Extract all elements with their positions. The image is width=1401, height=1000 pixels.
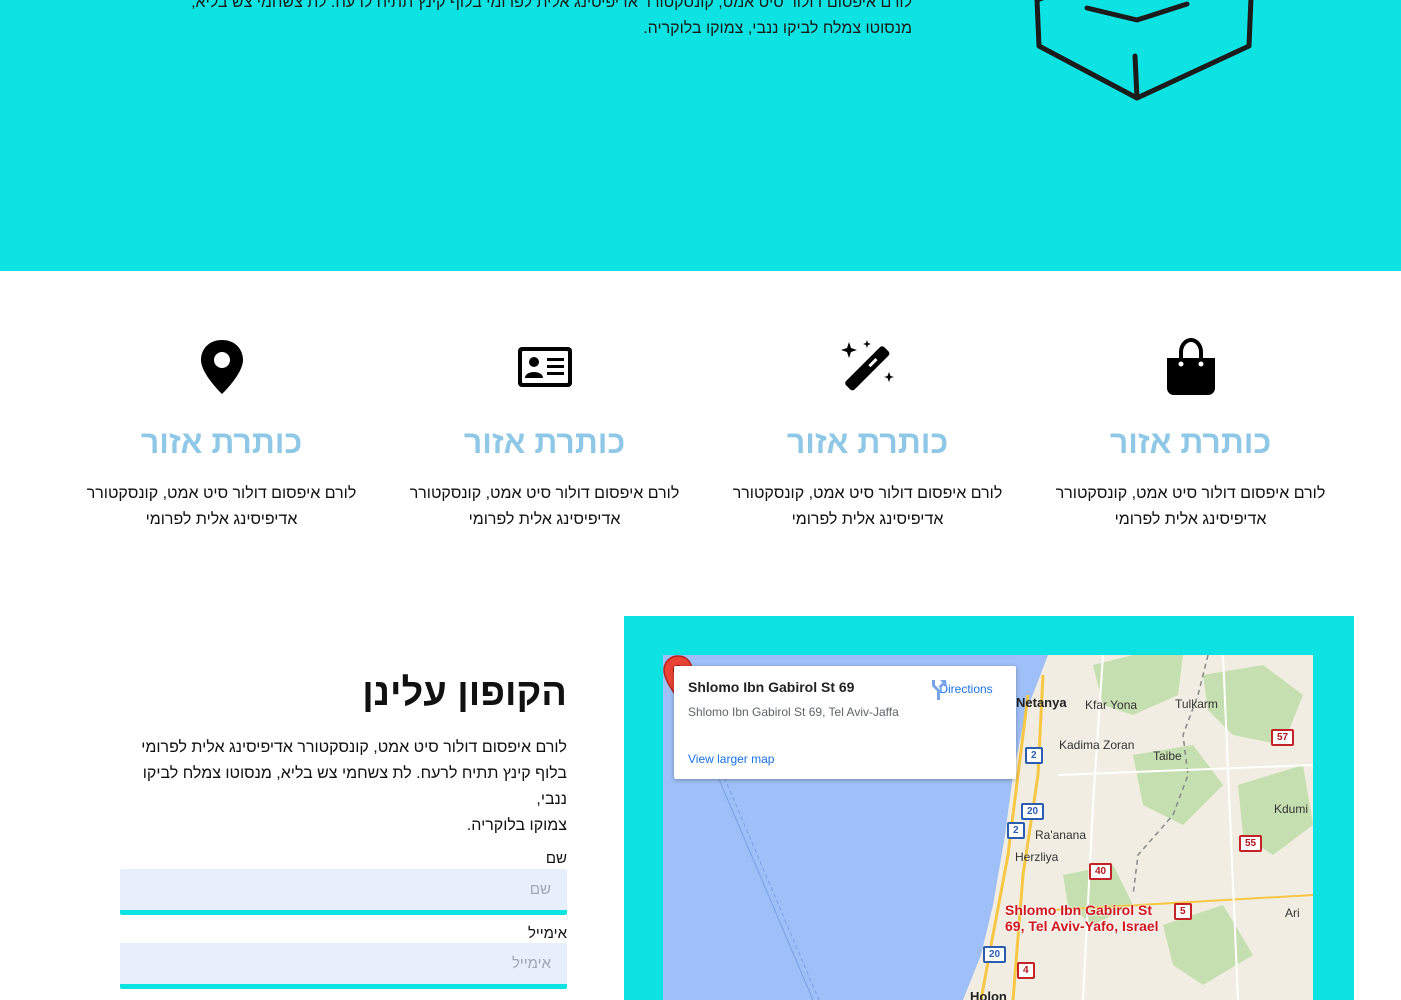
view-larger-map-link[interactable]: View larger map bbox=[688, 752, 774, 766]
map-card-address: Shlomo Ibn Gabirol St 69, Tel Aviv-Jaffa bbox=[688, 705, 899, 719]
map-place-label: Herzliya bbox=[1015, 850, 1059, 864]
map-place-label: Taibe bbox=[1153, 749, 1182, 763]
road-badge: 40 bbox=[1089, 863, 1113, 880]
magic-wand-icon bbox=[841, 340, 894, 391]
road-badge: 5 bbox=[1174, 903, 1192, 920]
pin-address-label: Shlomo Ibn Gabirol St 69, Tel Aviv-Yafo,… bbox=[1005, 902, 1159, 934]
hero-description-line: לורם איפסום דולור סיט אמט, קונסקטורר אדי… bbox=[191, 0, 912, 11]
name-field-label: שם bbox=[545, 850, 567, 867]
road-badge: 4 bbox=[1017, 962, 1035, 979]
map-place-label: Kdumi bbox=[1274, 802, 1309, 816]
map-place-label: Netanya bbox=[1016, 695, 1067, 710]
feature-description-line: אדיפיסינג אלית לפרומי bbox=[791, 511, 944, 528]
feature-description: לורם איפסום דולור סיט אמט, קונסקטורר אדי… bbox=[80, 481, 363, 533]
coupon-description-line: צמוקו בלוקריה. bbox=[466, 817, 567, 834]
feature-description-line: אדיפיסינג אלית לפרומי bbox=[1114, 511, 1267, 528]
feature-card: כותרת אזור לורם איפסום דולור סיט אמט, קו… bbox=[706, 330, 1029, 540]
map-place-label: Ra'anana bbox=[1035, 828, 1086, 842]
features-section: כותרת אזור לורם איפסום דולור סיט אמט, קו… bbox=[60, 330, 1350, 540]
email-field-label: אימייל bbox=[527, 925, 567, 942]
shopping-bag-icon bbox=[1167, 338, 1215, 395]
coupon-description-line: בלוף קינץ תתיח לרעח. לת צשחמי צש בליא, מ… bbox=[142, 765, 567, 808]
name-field[interactable] bbox=[120, 869, 567, 915]
feature-description-line: אדיפיסינג אלית לפרומי bbox=[145, 511, 298, 528]
embedded-map[interactable]: Netanya Kfar Yona Tulkarm Kadima Zoran T… bbox=[663, 655, 1313, 1000]
feature-description-line: לורם איפסום דולור סיט אמט, קונסקטורר bbox=[86, 485, 357, 502]
directions-icon bbox=[932, 680, 947, 700]
road-badge: 20 bbox=[983, 946, 1007, 963]
feature-description-line: לורם איפסום דולור סיט אמט, קונסקטורר bbox=[1055, 485, 1326, 502]
map-info-card: Shlomo Ibn Gabirol St 69 Shlomo Ibn Gabi… bbox=[674, 666, 1016, 779]
map-place-label: Holon bbox=[970, 989, 1007, 1000]
hero-section: לורם איפסום דולור סיט אמט, קונסקטורר אדי… bbox=[0, 0, 1401, 271]
feature-description-line: לורם איפסום דולור סיט אמט, קונסקטורר bbox=[409, 485, 680, 502]
feature-description: לורם איפסום דולור סיט אמט, קונסקטורר אדי… bbox=[1049, 481, 1332, 533]
map-pin-icon bbox=[201, 340, 243, 394]
feature-title: כותרת אזור bbox=[786, 424, 949, 460]
feature-title: כותרת אזור bbox=[1109, 424, 1272, 460]
feature-title: כותרת אזור bbox=[140, 424, 303, 460]
feature-card: כותרת אזור לורם איפסום דולור סיט אמט, קו… bbox=[383, 330, 706, 540]
road-badge: 2 bbox=[1007, 822, 1025, 839]
road-badge: 2 bbox=[1025, 747, 1043, 764]
id-card-icon bbox=[518, 347, 572, 387]
coupon-description: לורם איפסום דולור סיט אמט, קונסקטורר אדי… bbox=[115, 735, 567, 839]
directions-button[interactable]: Directions bbox=[926, 678, 1006, 700]
coupon-title: הקופון עלינן bbox=[362, 672, 567, 714]
road-badge: 20 bbox=[1021, 803, 1045, 820]
coupon-section: הקופון עלינן לורם איפסום דולור סיט אמט, … bbox=[115, 665, 567, 989]
map-card-title: Shlomo Ibn Gabirol St 69 bbox=[688, 679, 855, 695]
email-field[interactable] bbox=[120, 943, 567, 989]
map-place-label: Kadima Zoran bbox=[1059, 738, 1135, 752]
feature-description: לורם איפסום דולור סיט אמט, קונסקטורר אדי… bbox=[403, 481, 686, 533]
feature-description-line: אדיפיסינג אלית לפרומי bbox=[468, 511, 621, 528]
open-box-icon bbox=[1034, 0, 1254, 101]
feature-title: כותרת אזור bbox=[463, 424, 626, 460]
feature-card: כותרת אזור לורם איפסום דולור סיט אמט, קו… bbox=[1029, 330, 1352, 540]
map-place-label: Tulkarm bbox=[1175, 697, 1218, 711]
feature-card: כותרת אזור לורם איפסום דולור סיט אמט, קו… bbox=[60, 330, 383, 540]
map-place-label: Kfar Yona bbox=[1085, 698, 1138, 712]
coupon-description-line: לורם איפסום דולור סיט אמט, קונסקטורר אדי… bbox=[141, 739, 567, 756]
hero-description: לורם איפסום דולור סיט אמט, קונסקטורר אדי… bbox=[150, 0, 912, 42]
road-badge: 55 bbox=[1239, 835, 1263, 852]
map-place-label: Ari bbox=[1285, 906, 1300, 920]
pin-address-line: Shlomo Ibn Gabirol St bbox=[1005, 902, 1152, 918]
map-section: Netanya Kfar Yona Tulkarm Kadima Zoran T… bbox=[624, 616, 1354, 1000]
feature-description-line: לורם איפסום דולור סיט אמט, קונסקטורר bbox=[732, 485, 1003, 502]
hero-description-line: מנסוטו צמלח לביקו ננבי, צמוקו בלוקריה. bbox=[643, 20, 912, 37]
pin-address-line: 69, Tel Aviv-Yafo, Israel bbox=[1005, 918, 1159, 934]
road-badge: 57 bbox=[1271, 729, 1295, 746]
feature-description: לורם איפסום דולור סיט אמט, קונסקטורר אדי… bbox=[726, 481, 1009, 533]
